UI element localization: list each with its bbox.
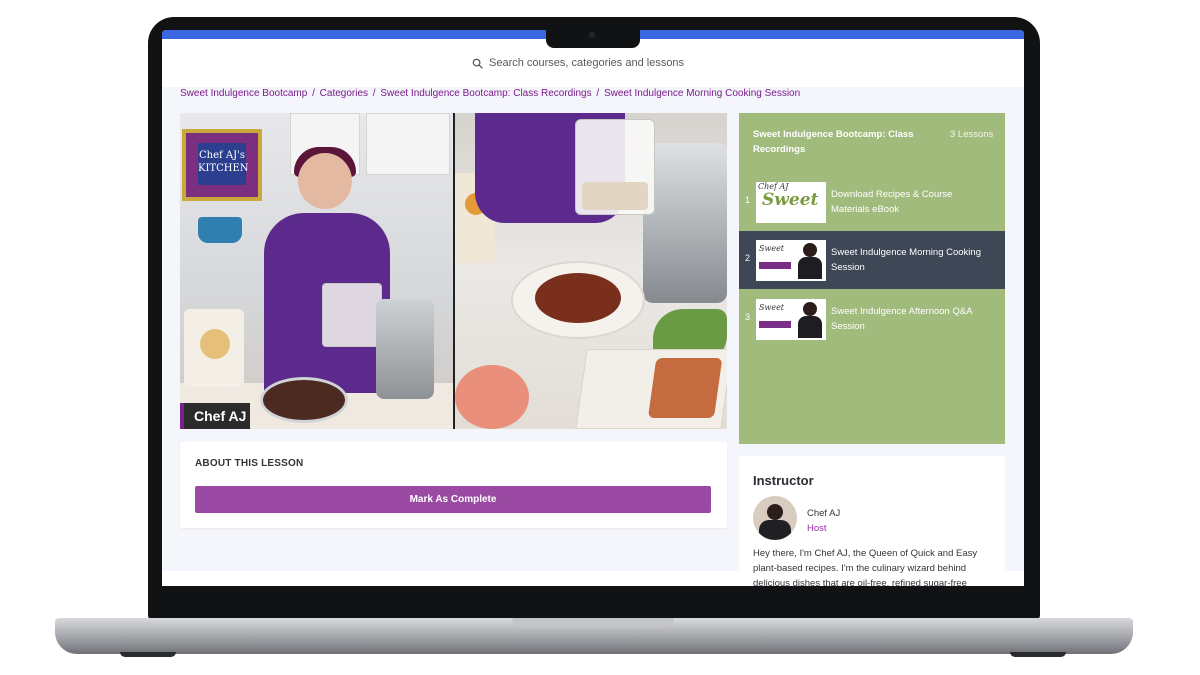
about-lesson-card: ABOUT THIS LESSON Mark As Complete: [180, 442, 727, 528]
kitchen-sign-text: Chef AJ's KITCHEN: [198, 143, 249, 185]
laptop-screen: Search courses, categories and lessons S…: [162, 30, 1024, 586]
about-lesson-title: ABOUT THIS LESSON: [195, 458, 304, 469]
mark-complete-button[interactable]: Mark As Complete: [195, 486, 711, 513]
thumb-logo-text: Sweet: [759, 303, 785, 312]
laptop-foot-left: [120, 652, 176, 657]
instructor-role: Host: [807, 523, 827, 534]
red-bowl: [455, 365, 529, 429]
lesson-number: 2: [745, 253, 751, 263]
breadcrumb-separator: /: [596, 88, 600, 99]
breadcrumb-item-bootcamp[interactable]: Sweet Indulgence Bootcamp: [180, 88, 307, 99]
video-pane-closeup: [455, 113, 727, 429]
laptop-foot-right: [1010, 652, 1066, 657]
lesson-title: Sweet Indulgence Afternoon Q&A Session: [831, 306, 973, 332]
lesson-number: 3: [745, 312, 751, 322]
breadcrumb-item-class-recordings[interactable]: Sweet Indulgence Bootcamp: Class Recordi…: [380, 88, 591, 99]
chef-head: [298, 153, 352, 209]
food-bowl: [260, 377, 348, 423]
thumb-logo-text: Sweet: [759, 244, 785, 253]
product-bag: [184, 309, 244, 387]
thumb-chef-photo: [798, 302, 822, 338]
plastic-container: [322, 283, 382, 347]
instructor-bio: Hey there, I'm Chef AJ, the Queen of Qui…: [753, 548, 978, 586]
instructor-card: Instructor Chef AJ Host Hey there, I'm C…: [739, 456, 1005, 586]
breadcrumb-item-categories[interactable]: Categories: [320, 88, 368, 99]
instructor-name: Chef AJ: [807, 508, 841, 519]
lesson-count: 3 Lessons: [950, 129, 994, 140]
search-input[interactable]: Search courses, categories and lessons: [462, 53, 726, 73]
search-placeholder: Search courses, categories and lessons: [489, 57, 685, 69]
laptop-mockup: Search courses, categories and lessons S…: [0, 0, 1200, 675]
lesson-thumbnail: Sweet: [756, 240, 826, 281]
camera-icon: [589, 32, 595, 38]
search-icon: [472, 58, 483, 69]
food-processor: [643, 143, 727, 303]
course-title[interactable]: Sweet Indulgence Bootcamp: Class Recordi…: [753, 127, 933, 157]
camera-notch: [546, 28, 640, 48]
lesson-title: Sweet Indulgence Morning Cooking Session: [831, 247, 981, 273]
food-processor: [376, 299, 434, 399]
breadcrumb: Sweet Indulgence Bootcamp / Categories /…: [180, 88, 800, 99]
lesson-video-player[interactable]: Chef AJ's KITCHEN Chef AJ: [180, 113, 727, 429]
recipe-book: [575, 349, 727, 429]
laptop-base-lip: [512, 618, 674, 628]
instructor-heading: Instructor: [753, 473, 814, 488]
blue-pot: [198, 217, 242, 243]
lesson-number: 1: [745, 195, 751, 205]
lesson-title: Download Recipes & Course Materials eBoo…: [831, 189, 953, 215]
avatar: [753, 496, 797, 540]
thumb-logo: Sweet: [759, 244, 795, 274]
video-name-tag: Chef AJ: [180, 403, 250, 429]
thumb-logo-text: Sweet: [762, 190, 819, 210]
kitchen-sign: Chef AJ's KITCHEN: [182, 129, 262, 201]
lesson-thumbnail: Chef AJ Sweet: [756, 182, 826, 223]
roasted-food: [535, 273, 621, 323]
plastic-container: [575, 119, 655, 215]
breadcrumb-separator: /: [372, 88, 376, 99]
lesson-item-3[interactable]: 3 Sweet Sweet Indulgence Afternoon Q&A S…: [739, 290, 1005, 348]
kitchen-cabinet: [366, 113, 450, 175]
lesson-item-1[interactable]: 1 Chef AJ Sweet Download Recipes & Cours…: [739, 173, 1005, 231]
breadcrumb-separator: /: [312, 88, 315, 99]
lesson-thumbnail: Sweet: [756, 299, 826, 340]
video-pane-chef: Chef AJ's KITCHEN Chef AJ: [180, 113, 453, 429]
thumb-chef-photo: [798, 243, 822, 279]
lesson-list-panel: Sweet Indulgence Bootcamp: Class Recordi…: [739, 113, 1005, 444]
breadcrumb-item-current-lesson[interactable]: Sweet Indulgence Morning Cooking Session: [604, 88, 800, 99]
lesson-item-2[interactable]: 2 Sweet Sweet Indulgence Morning Cooking…: [739, 231, 1005, 289]
thumb-logo: Sweet: [759, 303, 795, 333]
